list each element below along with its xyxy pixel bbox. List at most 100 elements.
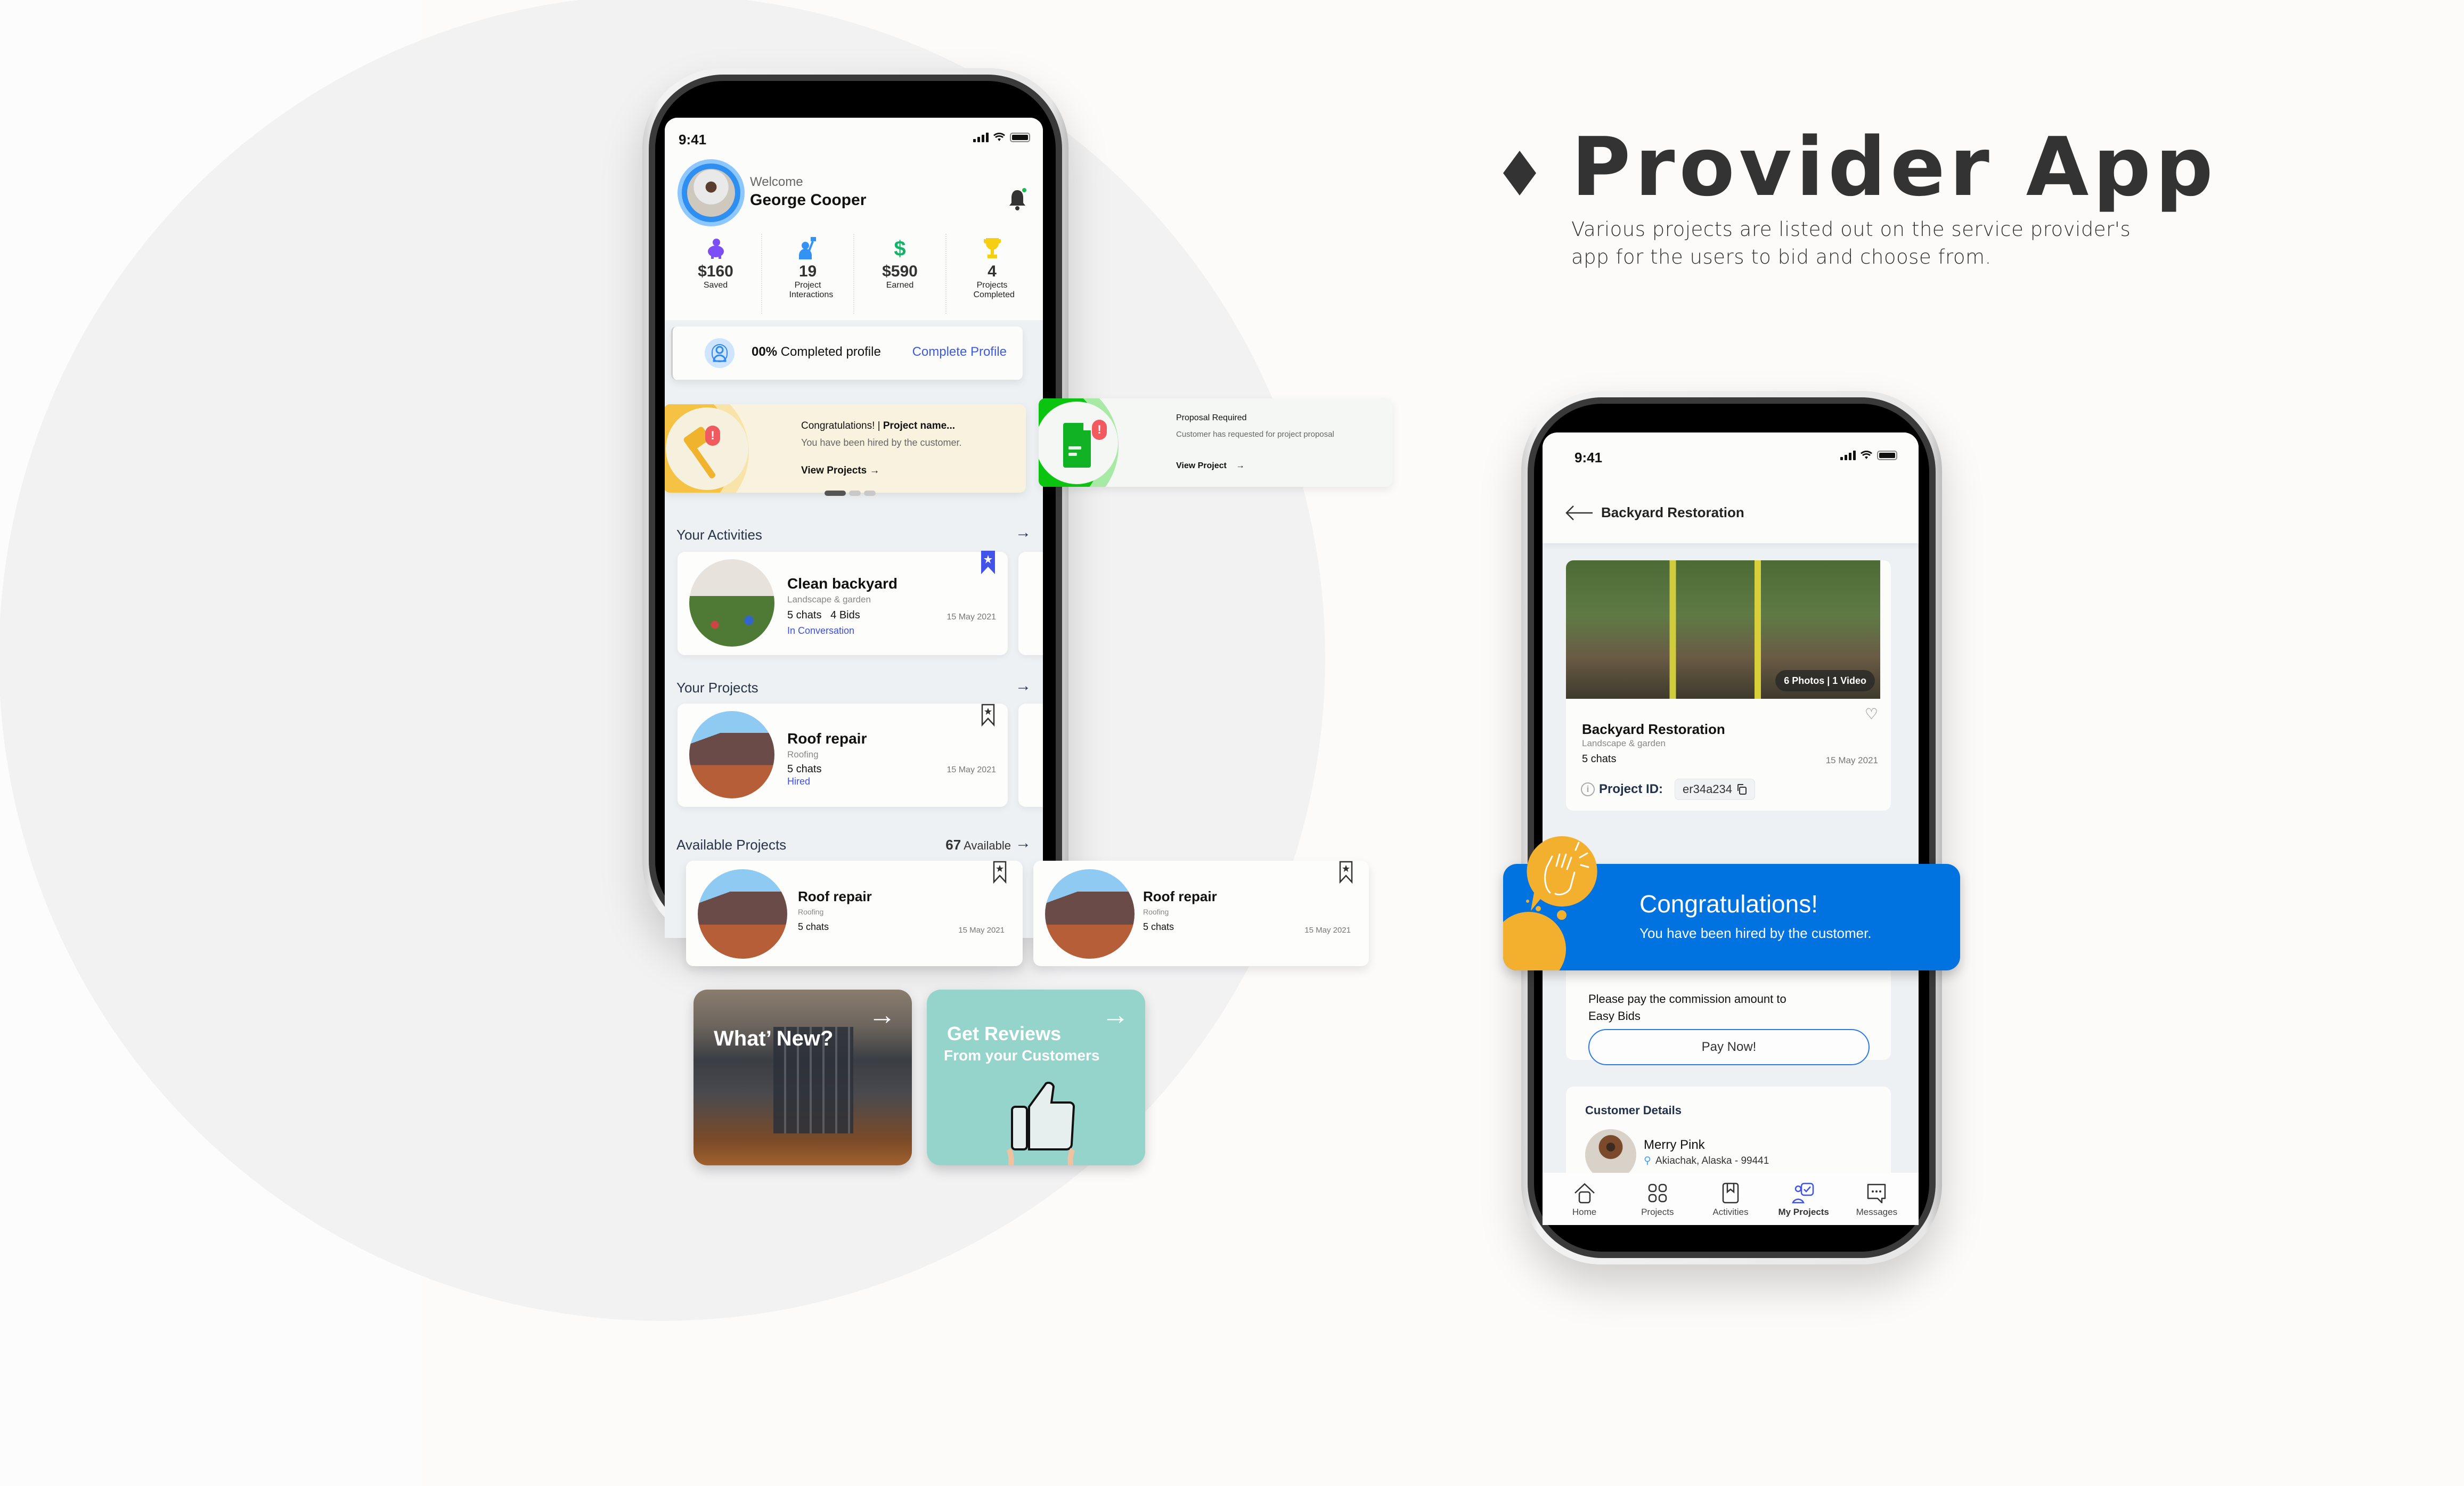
available-project-card[interactable]: Roof repair Roofing 5 chats 15 May 2021: [686, 861, 1023, 966]
card-title: Clean backyard: [787, 575, 898, 592]
stats-row: $160 Saved 19 Project Interactions $ $59…: [670, 234, 1038, 314]
card-category: Roofing: [1143, 908, 1169, 916]
available-count: 67 Available: [945, 837, 1011, 853]
alert-badge: !: [705, 426, 720, 446]
info-icon: i: [1581, 782, 1595, 796]
card-title: Roof repair: [787, 730, 867, 747]
profile-percent: 00%: [752, 345, 778, 359]
payment-text: Please pay the commission amount to Easy…: [1588, 992, 1786, 1023]
activities-title: Your Activities: [676, 527, 762, 543]
nav-label: Activities: [1712, 1207, 1749, 1217]
location-pin-icon: ⚲: [1644, 1155, 1651, 1166]
wifi-icon: [993, 133, 1005, 141]
activity-card[interactable]: Clean backyard Landscape & garden 5 chat…: [678, 551, 1008, 655]
project-id-chip[interactable]: er34a234: [1675, 779, 1756, 800]
view-project-link[interactable]: View Project →: [1176, 461, 1245, 471]
home-screen: 9:41 Welcome George Cooper $160 Saved 19…: [665, 118, 1043, 938]
card-category: Roofing: [798, 908, 824, 916]
notification-title: Congratulations! | Project name...: [801, 420, 956, 431]
card-category: Landscape & garden: [787, 594, 871, 605]
view-projects-link[interactable]: View Projects →: [801, 465, 880, 477]
bookmark-outline-icon[interactable]: [1339, 861, 1353, 884]
projects-title: Your Projects: [676, 680, 758, 696]
nav-my-projects[interactable]: My Projects: [1772, 1173, 1835, 1225]
stat-interactions: 19 Project Interactions: [761, 234, 853, 314]
promo-title: Get Reviews: [947, 1023, 1062, 1044]
project-category: Landscape & garden: [1582, 738, 1666, 748]
promo-title: What’ New?: [714, 1027, 834, 1050]
nav-messages[interactable]: Messages: [1845, 1173, 1908, 1225]
project-chats: 5 chats: [1582, 753, 1617, 765]
stat-completed: 4 Projects Completed: [945, 234, 1038, 314]
thumbs-up-icon: [1006, 1081, 1075, 1165]
project-id-row: i Project ID: er34a234: [1581, 779, 1756, 800]
card-title: Roof repair: [1143, 888, 1217, 904]
page-title: Provider App: [1571, 120, 2217, 214]
nav-label: Projects: [1641, 1207, 1674, 1217]
activity-card-peek[interactable]: [1018, 552, 1043, 655]
congrats-title: Congratulations!: [1639, 890, 1818, 918]
status-bar: 9:41: [1543, 432, 1919, 475]
status-time: 9:41: [679, 132, 707, 148]
activities-arrow-icon[interactable]: →: [1015, 524, 1031, 542]
nav-projects[interactable]: Projects: [1626, 1173, 1690, 1225]
bookmark-outline-icon[interactable]: [993, 861, 1007, 884]
card-date: 15 May 2021: [958, 926, 1005, 935]
copy-icon[interactable]: [1736, 783, 1747, 795]
carousel-dots: [825, 491, 876, 496]
back-arrow-icon[interactable]: [1565, 505, 1594, 521]
pay-now-button[interactable]: Pay Now!: [1588, 1029, 1870, 1065]
clapping-hands-icon: [1527, 836, 1597, 911]
back-navigation[interactable]: Backyard Restoration: [1565, 504, 1744, 521]
stat-label: Earned: [886, 281, 914, 290]
get-reviews-card[interactable]: Get Reviews From your Customers →: [927, 990, 1145, 1165]
signal-icon: [973, 133, 989, 142]
wifi-icon: [1861, 451, 1872, 459]
document-icon: [1063, 423, 1091, 468]
project-id-value: er34a234: [1683, 782, 1733, 796]
project-card-peek[interactable]: [1018, 704, 1043, 807]
nav-activities[interactable]: Activities: [1699, 1173, 1763, 1225]
card-category: Roofing: [787, 749, 819, 760]
user-avatar[interactable]: [678, 159, 745, 226]
media-count-badge[interactable]: 6 Photos | 1 Video: [1775, 670, 1875, 691]
bottom-navigation: Home Projects Activities My Projects Mes…: [1543, 1173, 1919, 1225]
alert-badge: !: [1092, 420, 1107, 440]
available-title: Available Projects: [676, 837, 787, 853]
card-chats: 5 chats: [798, 921, 829, 932]
complete-profile-link[interactable]: Complete Profile: [912, 345, 1007, 360]
home-icon: [1574, 1183, 1595, 1204]
nav-label: Home: [1572, 1207, 1597, 1217]
hired-notification-card[interactable]: ! Congratulations! | Project name... You…: [665, 404, 1026, 493]
user-name: George Cooper: [750, 191, 867, 209]
battery-icon: [1010, 133, 1030, 142]
card-date: 15 May 2021: [1304, 926, 1351, 935]
nav-home[interactable]: Home: [1553, 1173, 1617, 1225]
whats-new-card[interactable]: What’ New? →: [693, 990, 912, 1165]
project-id-label: Project ID:: [1599, 782, 1663, 796]
notification-bell-icon[interactable]: [1007, 187, 1028, 213]
projects-arrow-icon[interactable]: →: [1015, 677, 1031, 695]
stat-saved: $160 Saved: [670, 234, 761, 314]
project-thumbnail: [698, 869, 787, 959]
arrow-right-icon: →: [1102, 1000, 1129, 1031]
stat-value: $590: [882, 263, 918, 280]
piggy-bank-icon: [707, 239, 724, 259]
stat-value: 4: [988, 263, 997, 280]
header-title: Backyard Restoration: [1601, 504, 1744, 520]
status-time: 9:41: [1574, 450, 1603, 466]
person-bid-icon: [798, 237, 816, 259]
project-card[interactable]: Roof repair Roofing 5 chats 15 May 2021 …: [678, 704, 1008, 807]
card-status: Hired: [787, 776, 811, 787]
payment-card: Please pay the commission amount to Easy…: [1566, 965, 1891, 1065]
profile-status: Completed profile: [780, 345, 881, 359]
bookmark-filled-icon[interactable]: [981, 551, 995, 574]
available-project-card[interactable]: Roof repair Roofing 5 chats 15 May 2021: [1033, 861, 1369, 966]
proposal-notification-card[interactable]: ! Proposal Required Customer has request…: [1039, 398, 1392, 487]
favorite-heart-icon[interactable]: ♡: [1865, 705, 1878, 723]
stat-value: $160: [698, 263, 733, 280]
available-arrow-icon[interactable]: →: [1015, 834, 1031, 852]
bookmark-outline-icon[interactable]: [981, 704, 995, 727]
project-detail-screen: 9:41 Backyard Restoration 6 Photos | 1 V…: [1543, 432, 1919, 1225]
card-title: Roof repair: [798, 888, 872, 904]
